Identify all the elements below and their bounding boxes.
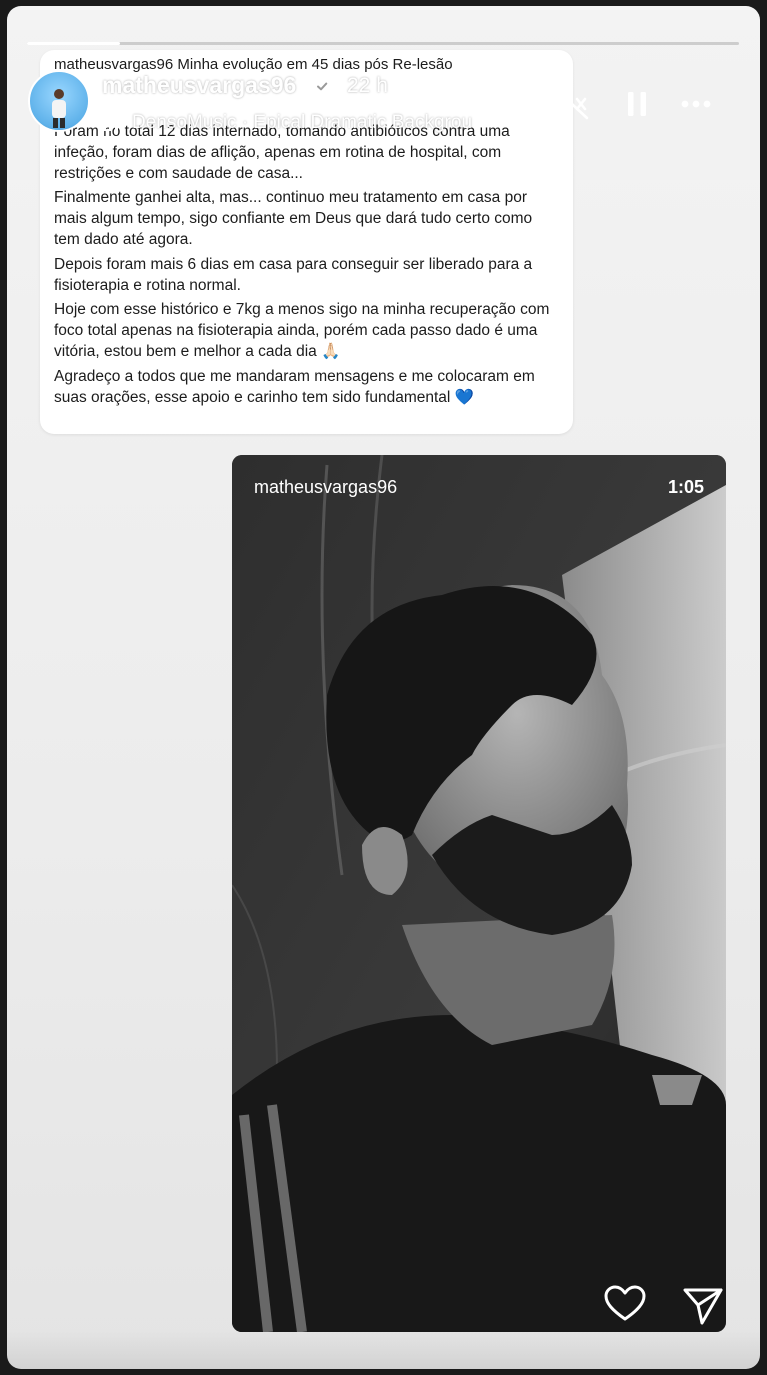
story-viewer: matheusvargas96 Minha evolução em 45 dia…: [7, 6, 760, 1369]
caption-paragraph: Agradeço a todos que me mandaram mensage…: [54, 367, 559, 409]
story-progress-bar: [27, 42, 739, 45]
heart-icon[interactable]: [602, 1281, 648, 1327]
verified-badge-icon: [313, 77, 331, 96]
story-progress-fill: [27, 42, 120, 45]
music-bars-icon: [103, 115, 118, 131]
speaker-muted-icon[interactable]: [555, 86, 591, 122]
more-icon[interactable]: [678, 86, 714, 122]
video-username[interactable]: matheusvargas96: [254, 477, 397, 498]
story-username[interactable]: matheusvargas96: [102, 72, 296, 99]
shared-video-card[interactable]: matheusvargas96 1:05: [232, 455, 726, 1332]
caption-paragraph: Depois foram mais 6 dias em casa para co…: [54, 255, 533, 294]
music-track-label: DensoMusic · Epical Dramatic Backgrou: [132, 112, 473, 133]
caption-username: matheusvargas96: [54, 56, 174, 73]
caption-title: Minha evolução em 45 dias pós Re-lesão: [177, 56, 453, 73]
video-thumbnail: [232, 455, 726, 1332]
caption-paragraph: Hoje com esse histórico e 7kg a menos si…: [54, 301, 550, 360]
bottom-shade: [7, 1329, 760, 1369]
blue-heart-emoji: 💙: [454, 388, 474, 406]
caption-paragraph: Finalmente ganhei alta, mas... continuo …: [54, 189, 533, 248]
music-attribution[interactable]: DensoMusic · Epical Dramatic Backgrou: [102, 110, 542, 136]
avatar[interactable]: [28, 70, 90, 132]
avatar-photo-icon: [52, 89, 66, 128]
caption-body: Foram no total 12 dias internado, tomand…: [54, 122, 559, 408]
send-icon[interactable]: [680, 1283, 726, 1329]
video-duration: 1:05: [667, 477, 704, 497]
story-timestamp: 22 h: [347, 74, 388, 97]
pause-icon[interactable]: [619, 86, 655, 122]
shared-post-caption-card[interactable]: matheusvargas96 Minha evolução em 45 dia…: [40, 50, 573, 434]
